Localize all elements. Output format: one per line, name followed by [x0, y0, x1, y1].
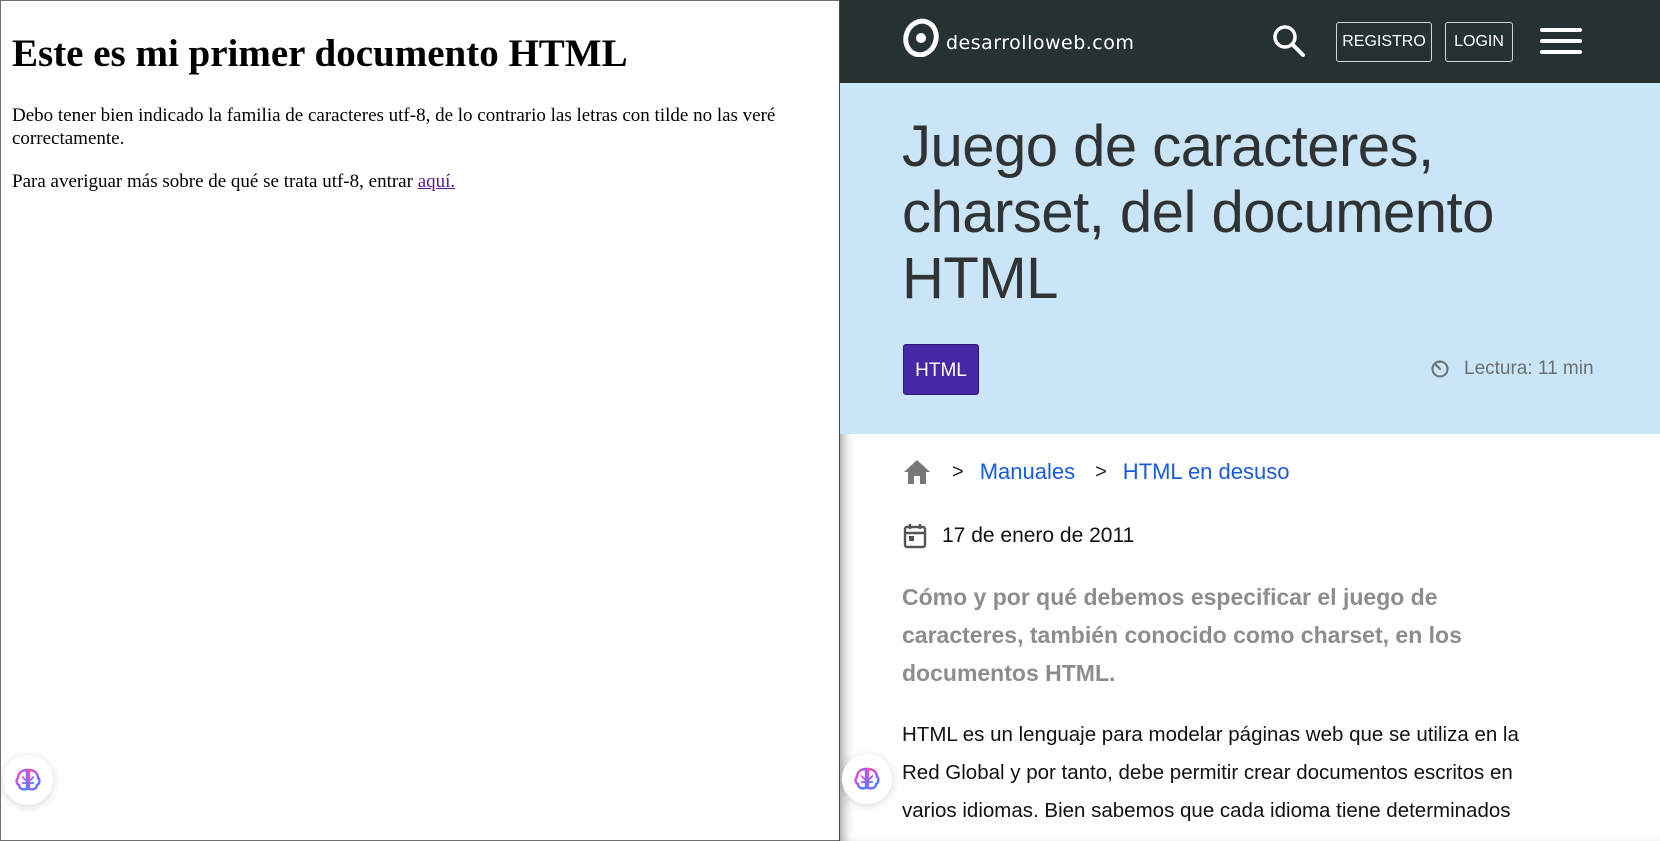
brain-assistant-button-left[interactable] [3, 755, 53, 805]
aqui-link[interactable]: aquí. [418, 171, 455, 192]
search-icon [1273, 25, 1305, 57]
reading-time: Lectura: 11 min [1430, 358, 1594, 380]
paragraph-utf8-note: Debo tener bien indicado la familia de c… [12, 105, 776, 149]
logo-icon [903, 18, 939, 57]
site-header: desarrolloweb.com REGISTRO LOGIN [840, 0, 1660, 83]
paragraph-more-info: Para averiguar más sobre de qué se trata… [12, 170, 827, 193]
paragraph-prefix: Para averiguar más sobre de qué se trata… [12, 171, 418, 192]
calendar-icon [903, 524, 927, 549]
article-hero: Juego de caracteres, charset, del docume… [840, 83, 1660, 434]
menu-icon[interactable] [1540, 28, 1582, 58]
article-title: Juego de caracteres, charset, del docume… [902, 114, 1494, 311]
logo-text: desarrolloweb.com [946, 32, 1135, 54]
left-browser-pane: Este es mi primer documento HTML Debo te… [0, 0, 840, 841]
registro-button[interactable]: REGISTRO [1336, 22, 1432, 62]
article-lead: Cómo y por qué debemos especificar el ju… [902, 584, 1462, 686]
breadcrumb: > Manuales > HTML en desuso [902, 458, 1289, 486]
home-icon[interactable] [902, 458, 932, 486]
publish-date-label: 17 de enero de 2011 [942, 524, 1135, 547]
brain-icon [854, 767, 880, 790]
login-button[interactable]: LOGIN [1445, 22, 1513, 62]
article-body: HTML es un lenguaje para modelar páginas… [902, 723, 1519, 822]
brain-icon [15, 768, 41, 791]
breadcrumb-manuales[interactable]: Manuales [980, 459, 1075, 485]
brain-assistant-button-right[interactable] [842, 754, 892, 804]
site-logo[interactable]: desarrolloweb.com [902, 17, 1134, 57]
right-browser-pane: desarrolloweb.com REGISTRO LOGIN Juego d… [840, 0, 1660, 841]
tag-button-html[interactable]: HTML [903, 344, 979, 395]
page-heading: Este es mi primer documento HTML [12, 32, 628, 75]
breadcrumb-html-en-desuso[interactable]: HTML en desuso [1123, 459, 1290, 485]
breadcrumb-separator: > [1095, 460, 1107, 483]
publish-date: 17 de enero de 2011 [902, 522, 1134, 550]
search-button[interactable] [1270, 22, 1308, 60]
breadcrumb-separator: > [952, 460, 964, 483]
reading-time-label: Lectura: 11 min [1464, 358, 1594, 379]
clock-icon [1431, 360, 1449, 378]
